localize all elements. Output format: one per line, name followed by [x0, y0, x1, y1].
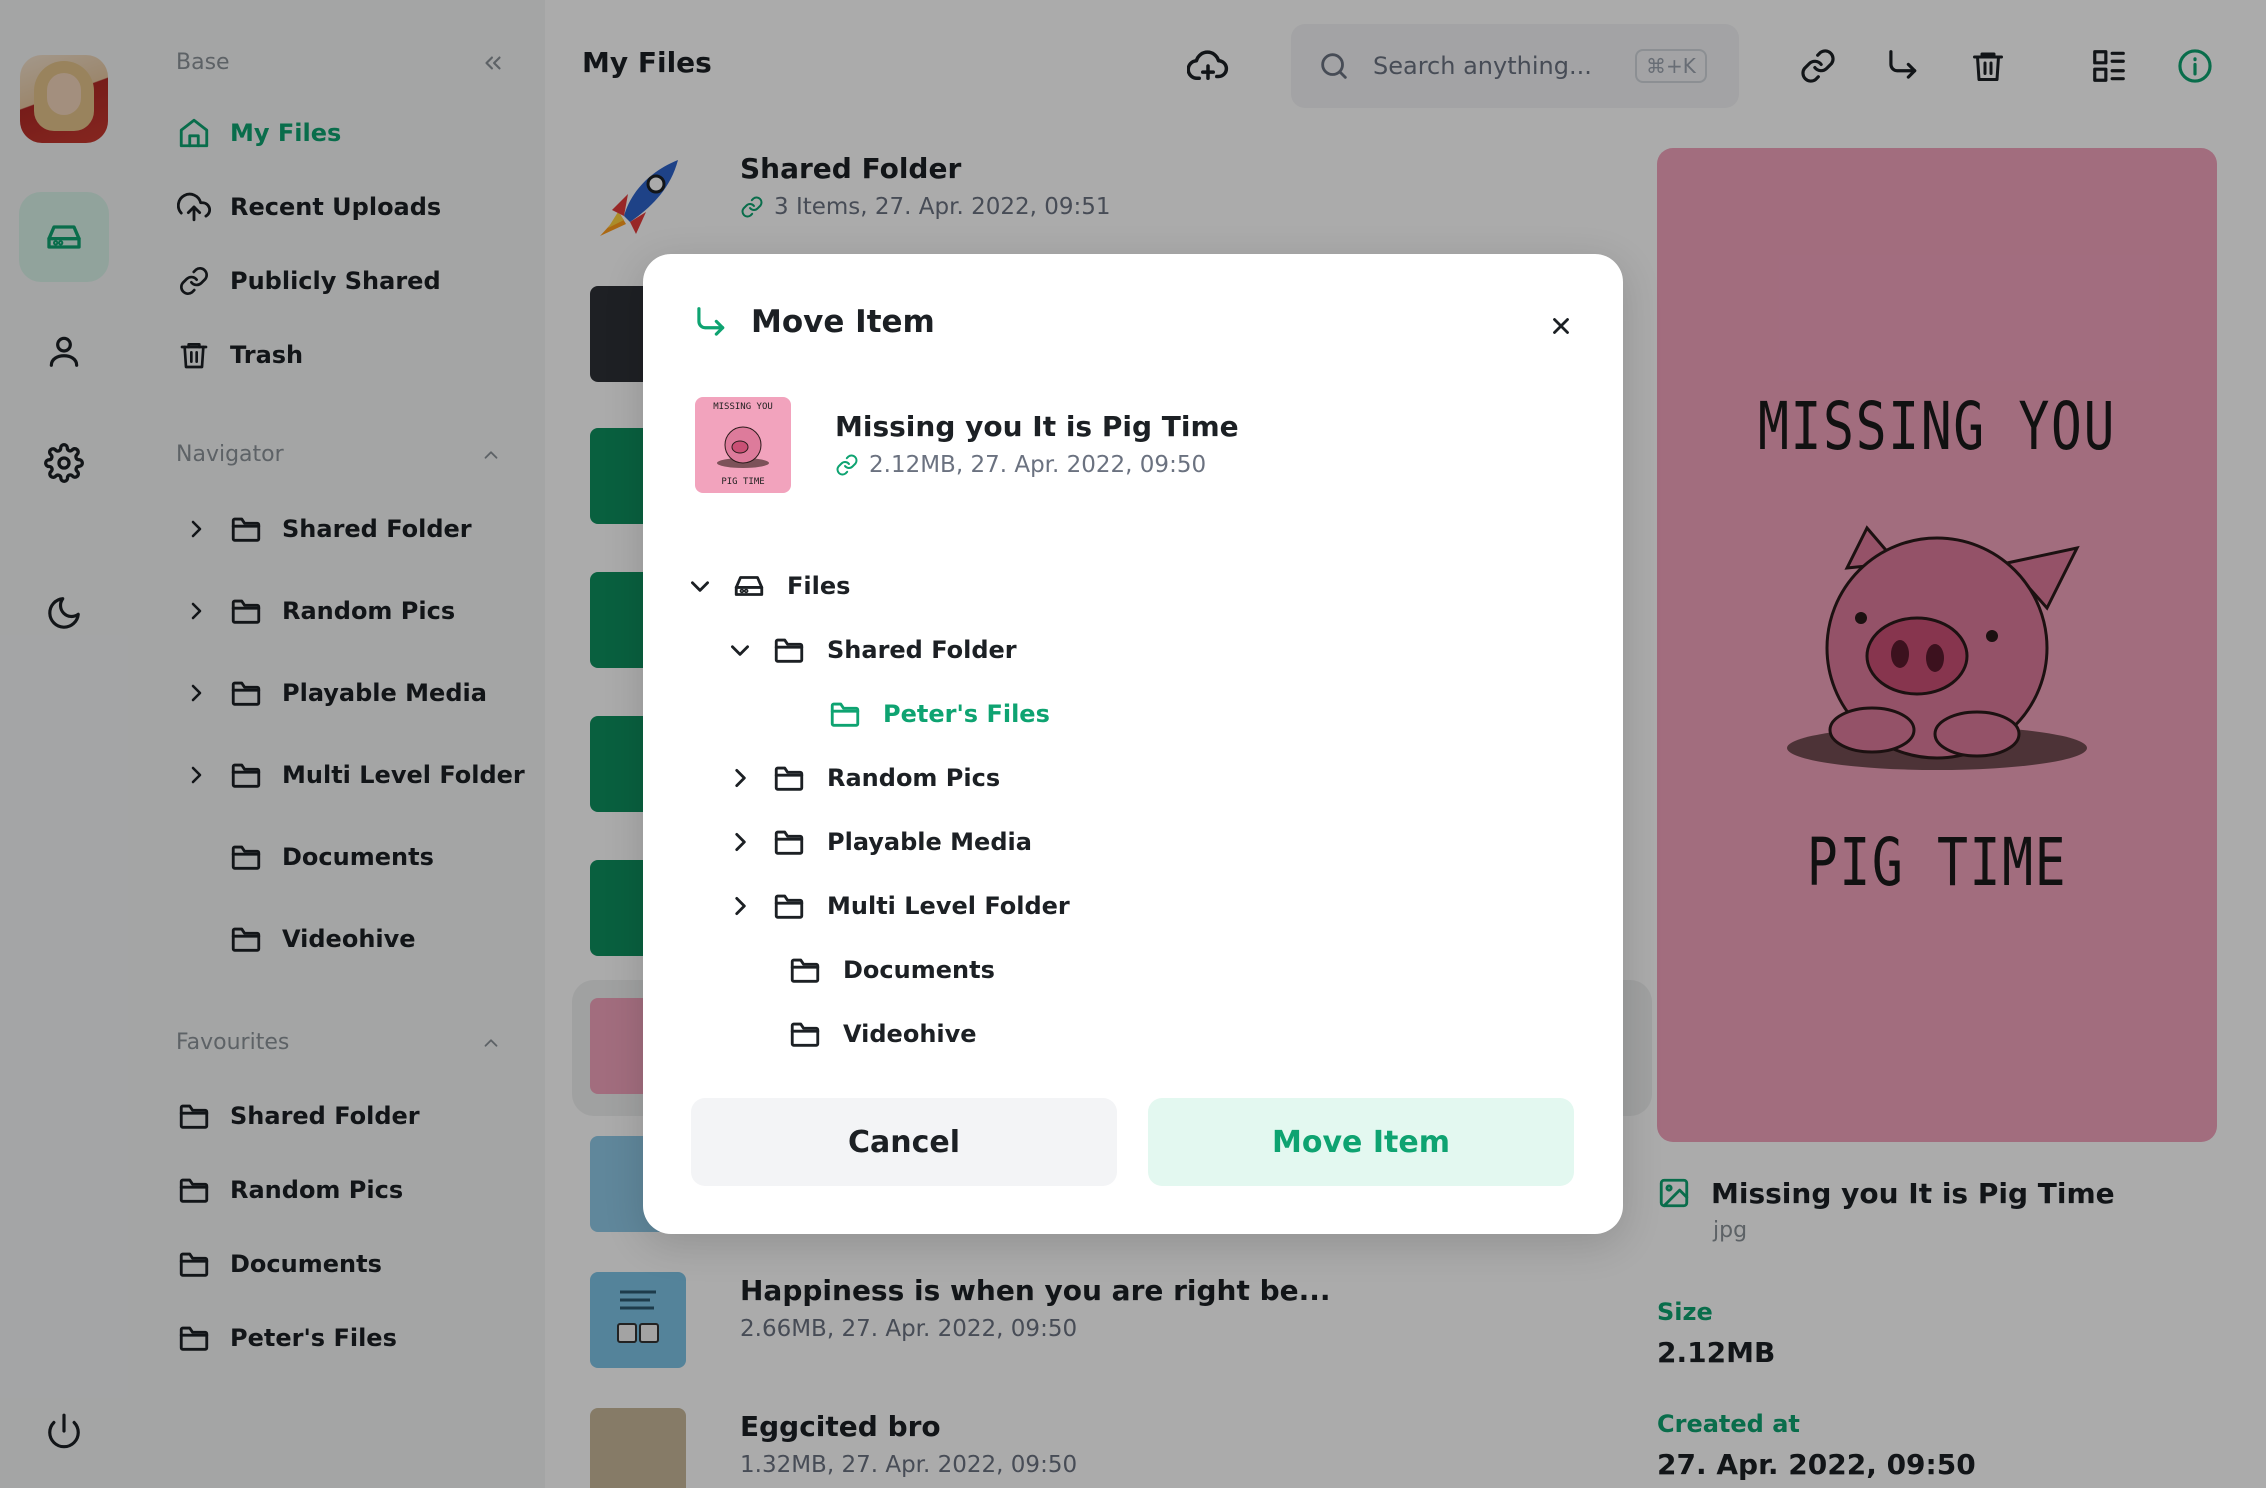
tree-item-files[interactable]: Files [685, 564, 850, 608]
tree-item-label: Documents [843, 956, 995, 984]
tree-item-peters-files[interactable]: Peter's Files [827, 692, 1050, 736]
tree-item-label: Playable Media [827, 828, 1032, 856]
chevron-right-icon[interactable] [725, 763, 755, 793]
item-meta-text: 2.12MB, 27. Apr. 2022, 09:50 [869, 452, 1207, 478]
item-name: Missing you It is Pig Time [835, 410, 1239, 443]
dialog-title: Move Item [751, 304, 935, 340]
storage-icon [731, 568, 767, 604]
folder-icon [771, 632, 807, 668]
link-icon [835, 453, 859, 477]
thumb-text-bottom: PIG TIME [721, 477, 765, 487]
tree-item-videohive[interactable]: Videohive [787, 1012, 977, 1056]
move-item-button[interactable]: Move Item [1148, 1098, 1574, 1186]
chevron-down-icon[interactable] [685, 571, 715, 601]
tree-item-label: Shared Folder [827, 636, 1017, 664]
tree-item-label: Multi Level Folder [827, 892, 1070, 920]
tree-item-label: Random Pics [827, 764, 1001, 792]
chevron-right-icon[interactable] [725, 827, 755, 857]
move-item-dialog: Move Item MISSING YOU PIG TIME Missing y… [643, 254, 1623, 1234]
folder-icon [787, 1016, 823, 1052]
item-thumbnail: MISSING YOU PIG TIME [695, 397, 791, 493]
tree-item-label: Videohive [843, 1020, 977, 1048]
close-icon[interactable] [1543, 308, 1579, 344]
tree-item-shared-folder[interactable]: Shared Folder [725, 628, 1017, 672]
folder-icon [827, 696, 863, 732]
tree-item-documents[interactable]: Documents [787, 948, 995, 992]
tree-item-random-pics[interactable]: Random Pics [725, 756, 1000, 800]
chevron-down-icon[interactable] [725, 635, 755, 665]
tree-item-multi-level-folder[interactable]: Multi Level Folder [725, 884, 1070, 928]
item-meta: 2.12MB, 27. Apr. 2022, 09:50 [835, 452, 1206, 478]
move-icon [691, 304, 729, 342]
folder-icon [771, 888, 807, 924]
tree-item-label: Files [787, 572, 851, 600]
chevron-right-icon[interactable] [725, 891, 755, 921]
tree-item-label: Peter's Files [883, 700, 1050, 728]
folder-icon [771, 824, 807, 860]
cancel-button[interactable]: Cancel [691, 1098, 1117, 1186]
folder-icon [787, 952, 823, 988]
folder-icon [771, 760, 807, 796]
tree-item-playable-media[interactable]: Playable Media [725, 820, 1032, 864]
